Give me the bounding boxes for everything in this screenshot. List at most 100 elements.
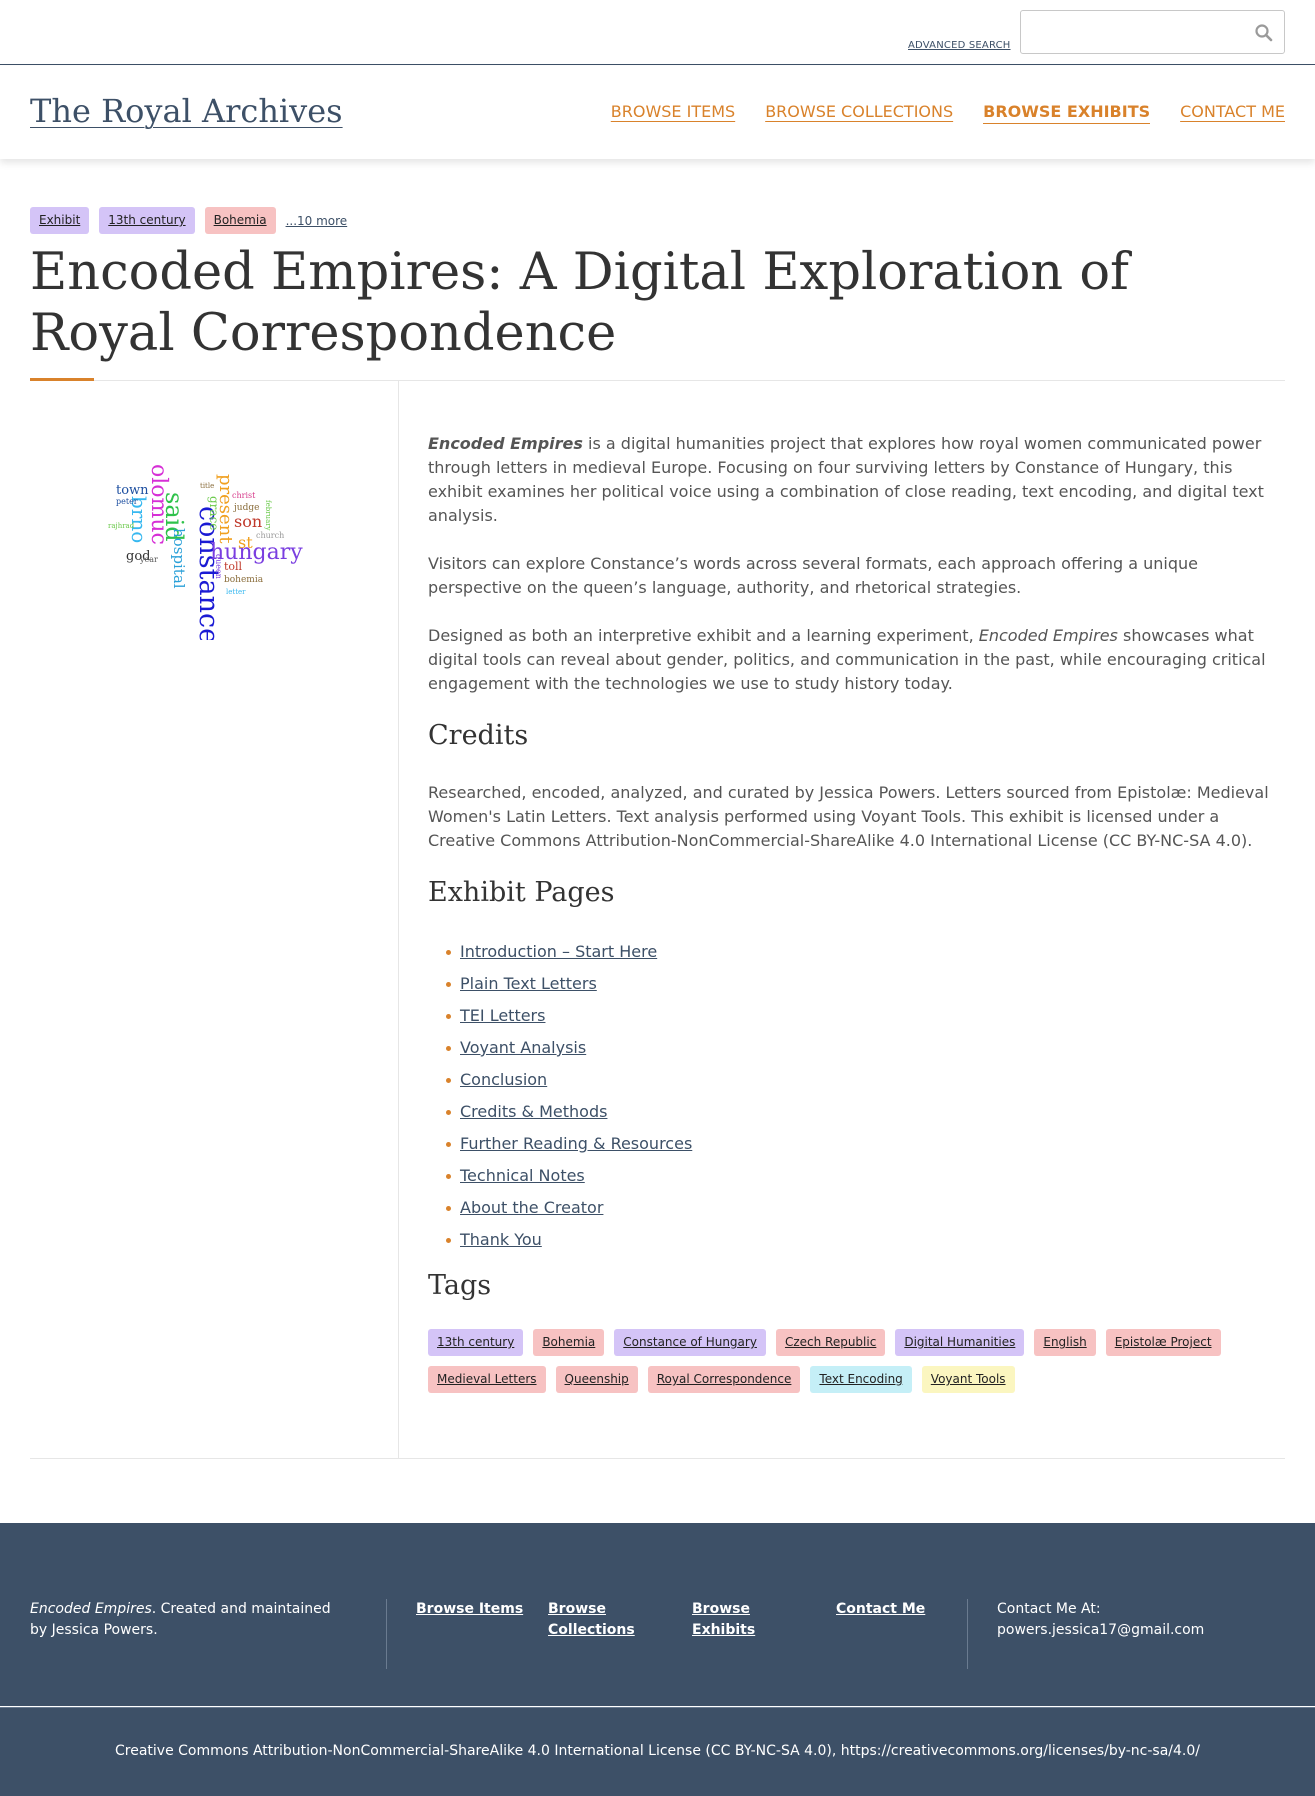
word-church: church <box>256 531 284 540</box>
credits-heading: Credits <box>428 720 529 751</box>
page-link-conclusion[interactable]: Conclusion <box>460 1070 547 1089</box>
footer-about: Encoded Empires. Created and maintained … <box>30 1599 350 1641</box>
word-year: year <box>139 555 158 564</box>
list-item: Further Reading & Resources <box>428 1128 1288 1160</box>
page-link-thank-you[interactable]: Thank You <box>460 1230 542 1249</box>
footer-contact-label: Contact Me At: <box>997 1601 1101 1617</box>
top-bar: ADVANCED SEARCH <box>0 0 1315 65</box>
list-item: TEI Letters <box>428 1000 1288 1032</box>
word-bohemia: bohemia <box>224 575 264 585</box>
main-nav: BROWSE ITEMS BROWSE COLLECTIONS BROWSE E… <box>611 102 1285 124</box>
list-item: Plain Text Letters <box>428 968 1288 1000</box>
search-input[interactable] <box>1021 11 1241 53</box>
nav-browse-items[interactable]: BROWSE ITEMS <box>611 102 735 124</box>
license-text: Creative Commons Attribution-NonCommerci… <box>115 1743 1200 1759</box>
content-bottom-divider <box>30 1458 1285 1459</box>
footer-project-name: Encoded Empires <box>30 1601 152 1617</box>
tag-exhibit[interactable]: Exhibit <box>30 207 90 234</box>
word-title: title <box>200 482 214 490</box>
footer-link-browse-items[interactable]: Browse Items <box>416 1599 548 1620</box>
search-button[interactable] <box>1254 23 1274 43</box>
credits-text: Researched, encoded, analyzed, and curat… <box>428 783 1269 850</box>
exhibit-pages-list: Introduction – Start Here Plain Text Let… <box>428 936 1288 1256</box>
page-link-about-creator[interactable]: About the Creator <box>460 1198 603 1217</box>
page-link-further-reading[interactable]: Further Reading & Resources <box>460 1134 692 1153</box>
tags-heading: Tags <box>428 1270 492 1301</box>
word-cloud-image: constance hungary said olomuc brno hospi… <box>108 464 303 640</box>
footer-link-browse-exhibits[interactable]: Browse Exhibits <box>692 1599 755 1641</box>
tag-czech-republic[interactable]: Czech Republic <box>775 1329 886 1356</box>
footer-link-browse-collections[interactable]: Browse Collections <box>548 1599 635 1641</box>
intro-project-name: Encoded Empires <box>428 434 583 453</box>
list-item: Technical Notes <box>428 1160 1288 1192</box>
nav-browse-exhibits[interactable]: BROWSE EXHIBITS <box>983 102 1151 124</box>
tags-list: 13th century Bohemia Constance of Hungar… <box>428 1329 1288 1393</box>
tag-text-encoding[interactable]: Text Encoding <box>810 1366 912 1393</box>
tag-epistolae-project[interactable]: Epistolæ Project <box>1105 1329 1221 1356</box>
tag-13th-century[interactable]: 13th century <box>428 1329 524 1356</box>
page-link-introduction[interactable]: Introduction – Start Here <box>460 942 657 961</box>
word-letter: letter <box>226 588 246 596</box>
site-title-link[interactable]: The Royal Archives <box>30 92 343 130</box>
page-link-voyant-analysis[interactable]: Voyant Analysis <box>460 1038 586 1057</box>
tag-royal-correspondence[interactable]: Royal Correspondence <box>647 1366 801 1393</box>
word-christ: christ <box>232 491 256 500</box>
tag-voyant-tools[interactable]: Voyant Tools <box>921 1366 1015 1393</box>
list-item: About the Creator <box>428 1192 1288 1224</box>
tag-constance-of-hungary[interactable]: Constance of Hungary <box>614 1329 766 1356</box>
word-queen: queen <box>214 554 223 579</box>
tag-13th-century[interactable]: 13th century <box>99 207 195 234</box>
page-link-plain-text-letters[interactable]: Plain Text Letters <box>460 974 597 993</box>
column-divider <box>398 381 399 1459</box>
nav-contact-me[interactable]: CONTACT ME <box>1180 102 1285 124</box>
footer-link-contact-me[interactable]: Contact Me <box>836 1599 956 1620</box>
tag-medieval-letters[interactable]: Medieval Letters <box>428 1366 546 1393</box>
search-icon <box>1255 24 1273 42</box>
footer-contact-email: powers.jessica17@gmail.com <box>997 1622 1205 1638</box>
word-town: town <box>116 483 149 498</box>
exhibit-tag-summary: Exhibit 13th century Bohemia ...10 more <box>30 207 347 234</box>
word-rajhrad: rajhrad <box>108 522 135 530</box>
word-peter: peter <box>116 497 138 506</box>
tag-queenship[interactable]: Queenship <box>555 1366 638 1393</box>
word-st: st <box>238 533 253 552</box>
intro-paragraph-3-a: Designed as both an interpretive exhibit… <box>428 626 979 645</box>
page-title: Encoded Empires: A Digital Exploration o… <box>30 243 1129 363</box>
intro-paragraph-2: Visitors can explore Constance’s words a… <box>428 554 1198 597</box>
footer-contact: Contact Me At: powers.jessica17@gmail.co… <box>997 1599 1204 1641</box>
tag-bohemia[interactable]: Bohemia <box>533 1329 605 1356</box>
word-grace: grace <box>207 496 221 530</box>
title-accent-bar <box>30 378 94 381</box>
license-bar: Creative Commons Attribution-NonCommerci… <box>0 1707 1315 1796</box>
word-judge: judge <box>233 503 259 513</box>
site-footer: Encoded Empires. Created and maintained … <box>0 1523 1315 1706</box>
exhibit-main-content: Encoded Empires is a digital humanities … <box>428 432 1288 1393</box>
intro-paragraph-3-em: Encoded Empires <box>978 626 1118 645</box>
word-february: february <box>264 500 272 531</box>
word-son: son <box>234 512 262 531</box>
nav-browse-collections[interactable]: BROWSE COLLECTIONS <box>765 102 953 124</box>
tag-english[interactable]: English <box>1034 1329 1096 1356</box>
word-hospital: hospital <box>170 528 188 589</box>
exhibit-pages-heading: Exhibit Pages <box>428 877 615 908</box>
page-link-technical-notes[interactable]: Technical Notes <box>460 1166 585 1185</box>
footer-divider <box>386 1599 387 1669</box>
intro-paragraph-1: Encoded Empires is a digital humanities … <box>428 432 1288 528</box>
list-item: Conclusion <box>428 1064 1288 1096</box>
word-toll: toll <box>224 560 243 573</box>
list-item: Voyant Analysis <box>428 1032 1288 1064</box>
page-link-tei-letters[interactable]: TEI Letters <box>460 1006 545 1025</box>
list-item: Credits & Methods <box>428 1096 1288 1128</box>
intro-paragraph-3: Designed as both an interpretive exhibit… <box>428 624 1288 696</box>
tag-bohemia[interactable]: Bohemia <box>204 207 276 234</box>
search-box <box>1020 10 1285 54</box>
tag-digital-humanities[interactable]: Digital Humanities <box>895 1329 1025 1356</box>
page-link-credits-methods[interactable]: Credits & Methods <box>460 1102 607 1121</box>
footer-divider <box>967 1599 968 1669</box>
advanced-search-link[interactable]: ADVANCED SEARCH <box>908 40 1011 51</box>
site-header: The Royal Archives BROWSE ITEMS BROWSE C… <box>0 66 1315 159</box>
more-tags-link[interactable]: ...10 more <box>286 214 348 228</box>
list-item: Introduction – Start Here <box>428 936 1288 968</box>
title-divider <box>30 380 1285 381</box>
list-item: Thank You <box>428 1224 1288 1256</box>
